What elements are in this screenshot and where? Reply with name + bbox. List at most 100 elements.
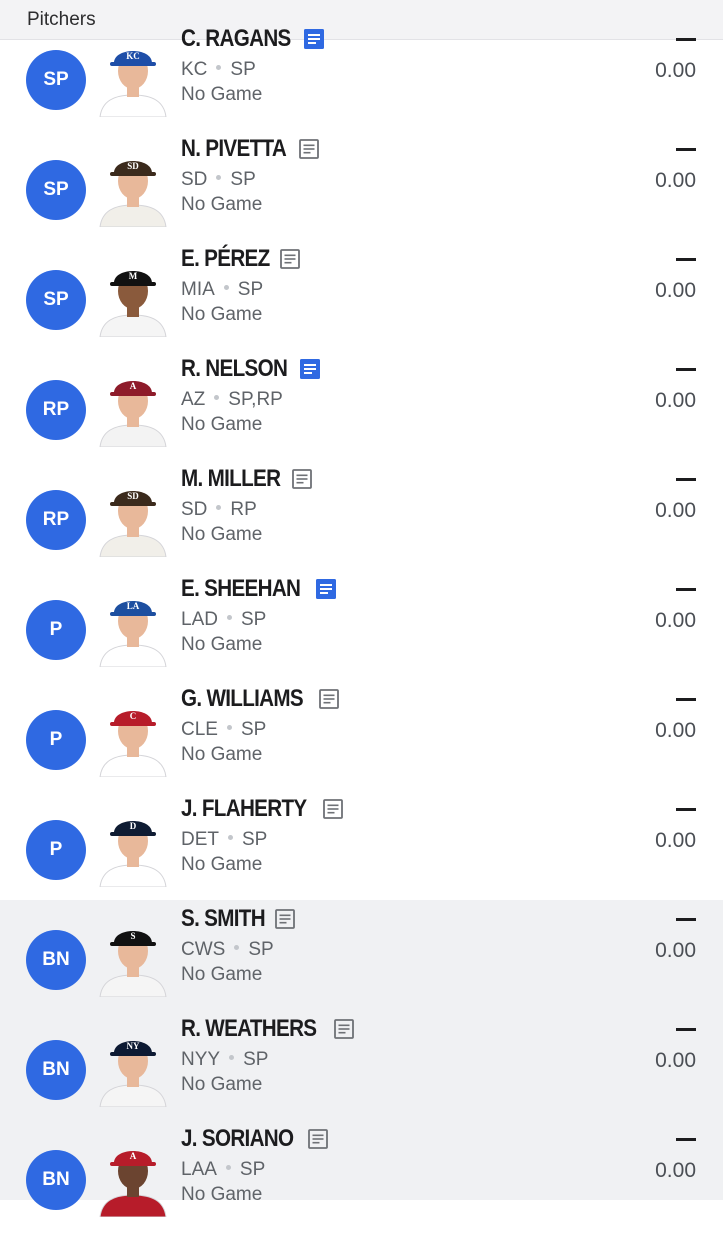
separator-dot	[216, 65, 222, 71]
stat-dash	[676, 588, 696, 591]
player-note-icon[interactable]	[304, 29, 325, 49]
player-points: 0.00	[655, 59, 696, 82]
player-note-icon[interactable]	[274, 909, 295, 929]
player-note-icon[interactable]	[292, 469, 313, 489]
player-note-icon[interactable]	[300, 359, 321, 379]
lineup-slot-button[interactable]: BN	[26, 1040, 86, 1100]
player-points: 0.00	[655, 279, 696, 302]
player-team: MIA	[181, 279, 215, 300]
player-row[interactable]: SP SD N. PIVETTA SD SP No Game 0.00	[0, 134, 723, 244]
separator-dot	[226, 615, 232, 621]
player-game-status: No Game	[181, 854, 263, 875]
player-team: KC	[181, 59, 208, 80]
player-headshot[interactable]: D	[98, 807, 168, 887]
svg-text:S: S	[130, 931, 135, 941]
player-name-line: J. SORIANO	[181, 1124, 328, 1154]
separator-dot	[226, 725, 232, 731]
player-name[interactable]: S. SMITH	[181, 905, 266, 933]
lineup-slot-button[interactable]: BN	[26, 930, 86, 990]
separator-dot	[225, 1165, 231, 1171]
player-note-icon[interactable]	[322, 799, 343, 819]
lineup-slot-button[interactable]: P	[26, 820, 86, 880]
player-headshot[interactable]: KC	[98, 37, 168, 117]
player-name[interactable]: G. WILLIAMS	[181, 685, 304, 713]
player-row[interactable]: BN S S. SMITH CWS SP No Game 0.00	[0, 904, 723, 1014]
player-note-icon[interactable]	[334, 1019, 355, 1039]
svg-text:M: M	[129, 271, 138, 281]
stat-dash	[676, 38, 696, 41]
player-headshot[interactable]: A	[98, 367, 168, 447]
player-note-icon[interactable]	[299, 139, 320, 159]
player-name[interactable]: M. MILLER	[181, 465, 281, 493]
player-positions: SP	[239, 1159, 266, 1180]
player-game-status: No Game	[181, 414, 263, 435]
player-row[interactable]: SP KC C. RAGANS KC SP No Game 0.00	[0, 24, 723, 134]
player-headshot[interactable]: M	[98, 257, 168, 337]
player-headshot[interactable]: S	[98, 917, 168, 997]
player-positions: SP	[242, 829, 268, 850]
player-name-line: R. WEATHERS	[181, 1014, 355, 1044]
player-row[interactable]: P LA E. SHEEHAN LAD SP No Game 0.00	[0, 574, 723, 684]
lineup-slot-button[interactable]: RP	[26, 490, 86, 550]
player-game-status: No Game	[181, 84, 263, 105]
player-team-position: LAA SP	[181, 1158, 265, 1182]
lineup-slot-button[interactable]: BN	[26, 1150, 86, 1210]
player-headshot[interactable]: LA	[98, 587, 168, 667]
player-name[interactable]: J. SORIANO	[181, 1125, 294, 1153]
svg-text:A: A	[130, 1151, 137, 1161]
lineup-slot-button[interactable]: SP	[26, 160, 86, 220]
lineup-slot-button[interactable]: P	[26, 710, 86, 770]
player-headshot[interactable]: SD	[98, 147, 168, 227]
player-points: 0.00	[655, 719, 696, 742]
player-name[interactable]: E. PÉREZ	[181, 245, 270, 273]
separator-dot	[214, 395, 220, 401]
player-name[interactable]: R. NELSON	[181, 355, 288, 383]
player-positions: SP	[237, 279, 264, 300]
player-name[interactable]: E. SHEEHAN	[181, 575, 301, 603]
player-row[interactable]: BN NY R. WEATHERS NYY SP No Game 0.00	[0, 1014, 723, 1124]
player-positions: SP	[240, 609, 267, 630]
player-headshot[interactable]: NY	[98, 1027, 168, 1107]
lineup-slot-button[interactable]: RP	[26, 380, 86, 440]
player-points: 0.00	[655, 1049, 696, 1072]
lineup-slot-button[interactable]: SP	[26, 270, 86, 330]
player-name-line: S. SMITH	[181, 904, 295, 934]
separator-dot	[228, 835, 233, 841]
player-headshot[interactable]: A	[98, 1137, 168, 1217]
player-note-icon[interactable]	[318, 689, 339, 709]
player-name-line: C. RAGANS	[181, 24, 325, 54]
stat-dash	[676, 368, 696, 371]
separator-dot	[234, 945, 240, 951]
player-row[interactable]: RP A R. NELSON AZ SP,RP No Game 0.00	[0, 354, 723, 464]
player-row[interactable]: P D J. FLAHERTY DET SP No Game 0.00	[0, 794, 723, 904]
player-points: 0.00	[655, 499, 696, 522]
player-note-icon[interactable]	[307, 1129, 328, 1149]
player-name-line: G. WILLIAMS	[181, 684, 339, 714]
player-name[interactable]: C. RAGANS	[181, 25, 291, 53]
lineup-slot-button[interactable]: SP	[26, 50, 86, 110]
player-row[interactable]: SP M E. PÉREZ MIA SP No Game 0.00	[0, 244, 723, 354]
player-points: 0.00	[655, 939, 696, 962]
player-name[interactable]: J. FLAHERTY	[181, 795, 307, 823]
player-positions: SP,RP	[228, 389, 283, 410]
player-row[interactable]: RP SD M. MILLER SD RP No Game 0.00	[0, 464, 723, 574]
player-team-position: NYY SP	[181, 1048, 268, 1072]
player-headshot[interactable]: SD	[98, 477, 168, 557]
player-note-icon[interactable]	[315, 579, 336, 599]
player-note-icon[interactable]	[280, 249, 300, 269]
player-game-status: No Game	[181, 1184, 263, 1205]
lineup-slot-button[interactable]: P	[26, 600, 86, 660]
player-name-line: R. NELSON	[181, 354, 321, 384]
player-name[interactable]: N. PIVETTA	[181, 135, 287, 163]
player-row[interactable]: BN A J. SORIANO LAA SP No Game 0.00	[0, 1124, 723, 1234]
player-team: AZ	[181, 389, 206, 410]
player-positions: RP	[230, 499, 257, 520]
player-name[interactable]: R. WEATHERS	[181, 1015, 317, 1043]
stat-dash	[676, 698, 696, 701]
player-headshot[interactable]: C	[98, 697, 168, 777]
player-row[interactable]: P C G. WILLIAMS CLE SP No Game 0.00	[0, 684, 723, 794]
player-game-status: No Game	[181, 964, 263, 985]
stat-dash	[676, 1028, 696, 1031]
player-team-position: LAD SP	[181, 608, 266, 632]
player-positions: SP	[230, 59, 256, 80]
